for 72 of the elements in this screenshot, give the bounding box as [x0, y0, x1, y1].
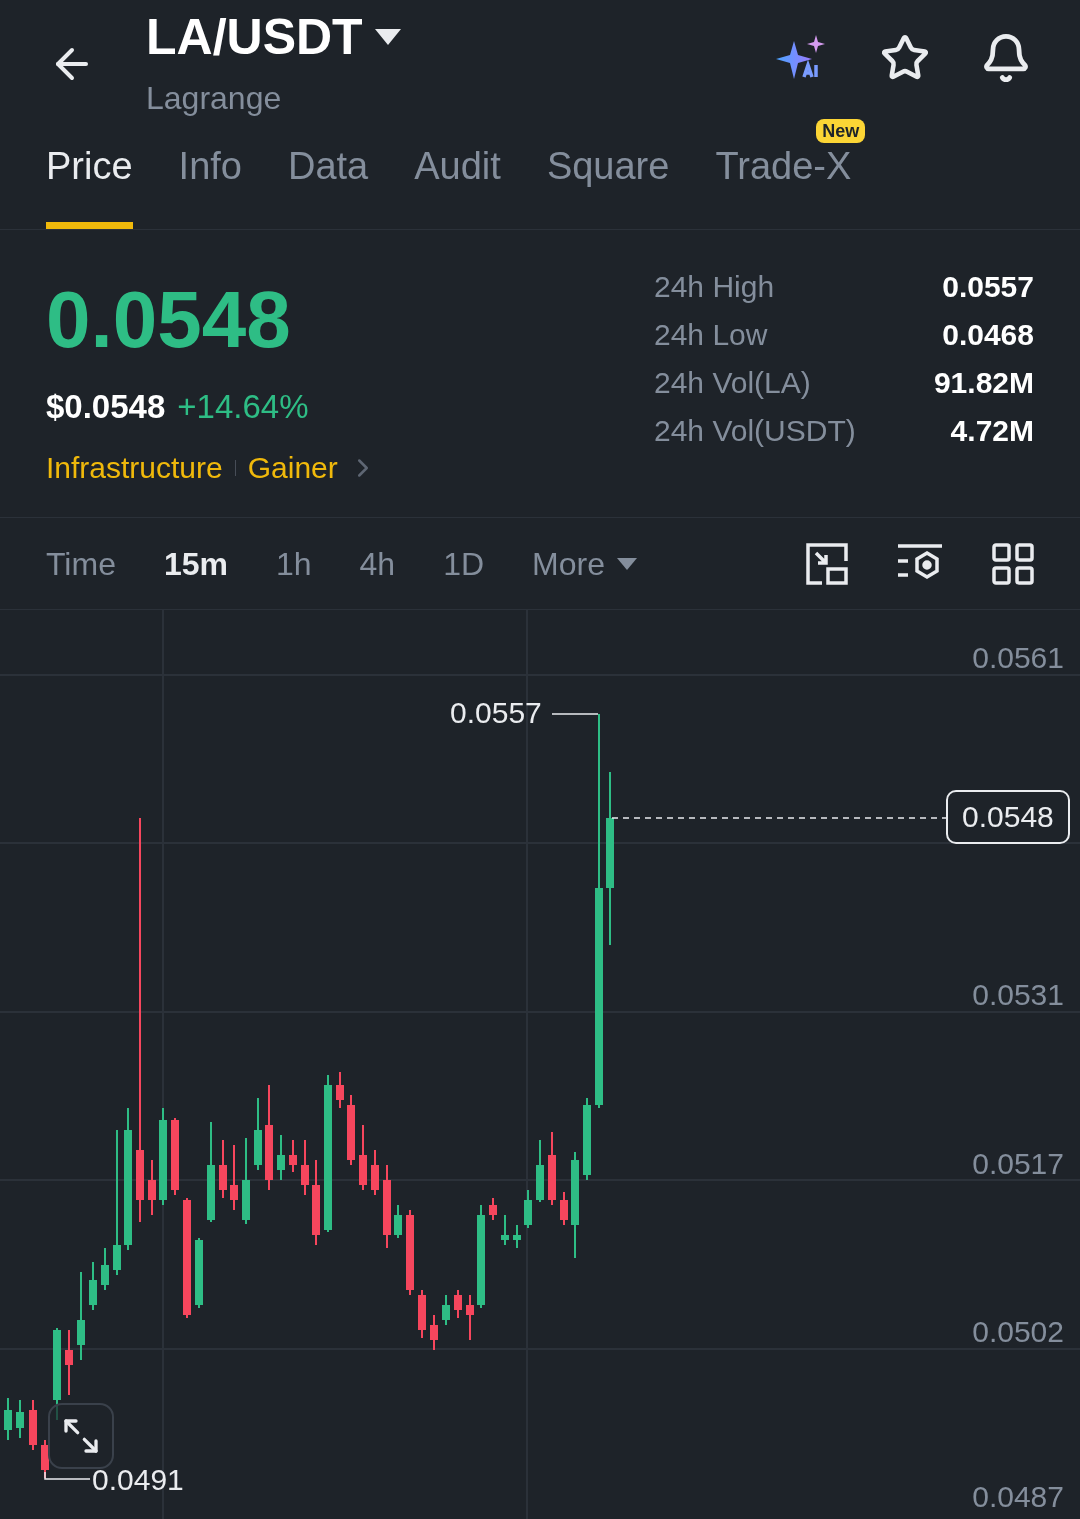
token-name: Lagrange — [146, 79, 283, 118]
price-change: +14.64% — [177, 390, 309, 423]
candlestick — [560, 1191, 568, 1226]
candlestick — [501, 1214, 509, 1246]
high-price-label: 0.0557 — [450, 698, 542, 728]
candlestick — [195, 1237, 203, 1309]
more-dropdown[interactable]: More — [532, 539, 637, 588]
candlestick — [489, 1197, 497, 1221]
price-axis-label: 0.0487 — [972, 1482, 1064, 1512]
candlestick — [513, 1224, 521, 1249]
candlestick — [418, 1289, 426, 1339]
interval-tab[interactable]: Time — [46, 539, 116, 588]
interval-tab[interactable]: 15m — [163, 539, 228, 588]
stat-label: 24h Low — [654, 318, 768, 351]
candlestick — [359, 1124, 367, 1191]
price-axis-label: 0.0517 — [972, 1149, 1064, 1179]
candlestick — [29, 1399, 37, 1451]
resize-window-icon[interactable] — [806, 542, 848, 585]
stat-label: 24h High — [654, 270, 775, 303]
candlestick — [524, 1189, 532, 1229]
stat-label: 24h Vol(USDT) — [654, 414, 856, 447]
last-price: 0.0548 — [46, 280, 292, 360]
new-badge: New — [816, 119, 866, 143]
grid-layout-icon[interactable] — [992, 542, 1034, 585]
candlestick — [430, 1314, 438, 1351]
tab[interactable]: Price — [46, 129, 133, 229]
stat-label: 24h Vol(LA) — [654, 366, 811, 399]
candlestick — [148, 1159, 156, 1216]
caret-icon — [616, 557, 637, 570]
expand-arrows-icon — [61, 1416, 101, 1456]
low-leader-line — [44, 1471, 91, 1480]
price-axis-label: 0.0531 — [972, 980, 1064, 1010]
stat-value: 4.72M — [950, 414, 1034, 447]
candlestick — [219, 1139, 227, 1199]
pair-title[interactable]: LA/USDT — [146, 12, 363, 62]
candlestick — [536, 1139, 544, 1203]
tab[interactable]: Info — [178, 129, 242, 229]
candlestick — [336, 1071, 344, 1109]
candlestick — [16, 1399, 24, 1439]
stat-value: 91.82M — [933, 366, 1034, 399]
candlestick — [347, 1094, 355, 1166]
tab[interactable]: Audit — [414, 129, 501, 229]
current-price-tag: 0.0548 — [946, 790, 1070, 844]
usd-price: $0.0548 — [46, 390, 166, 423]
low-price-label: 0.0491 — [92, 1465, 184, 1495]
candlestick — [277, 1134, 285, 1181]
candlestick — [371, 1149, 379, 1196]
stat-value: 0.0557 — [942, 270, 1034, 303]
category-tag[interactable]: Infrastructure — [46, 445, 223, 490]
interval-tab[interactable]: 1D — [443, 539, 485, 588]
candlestick — [4, 1397, 12, 1441]
candlestick — [454, 1289, 462, 1319]
stat-value: 0.0468 — [942, 318, 1034, 351]
tab[interactable]: Data — [287, 129, 369, 229]
candlestick — [442, 1294, 450, 1326]
price-axis-label: 0.0502 — [972, 1317, 1064, 1347]
price-axis-label: 0.0561 — [972, 643, 1064, 673]
candlestick — [394, 1204, 402, 1239]
caret-icon[interactable] — [374, 29, 401, 45]
fullscreen-button[interactable] — [48, 1403, 114, 1469]
category-tag[interactable]: Gainer — [247, 445, 338, 490]
candlestick — [101, 1247, 109, 1291]
candlestick — [230, 1144, 238, 1211]
interval-tab[interactable]: 4h — [359, 539, 396, 588]
candlestick — [466, 1294, 474, 1341]
interval-tab[interactable]: 1h — [275, 539, 312, 588]
high-leader-line — [551, 713, 599, 715]
candlestick — [289, 1139, 297, 1173]
candlestick — [65, 1329, 73, 1396]
candlestick — [301, 1139, 309, 1196]
candlestick — [89, 1261, 97, 1311]
tab[interactable]: Square — [546, 129, 670, 229]
